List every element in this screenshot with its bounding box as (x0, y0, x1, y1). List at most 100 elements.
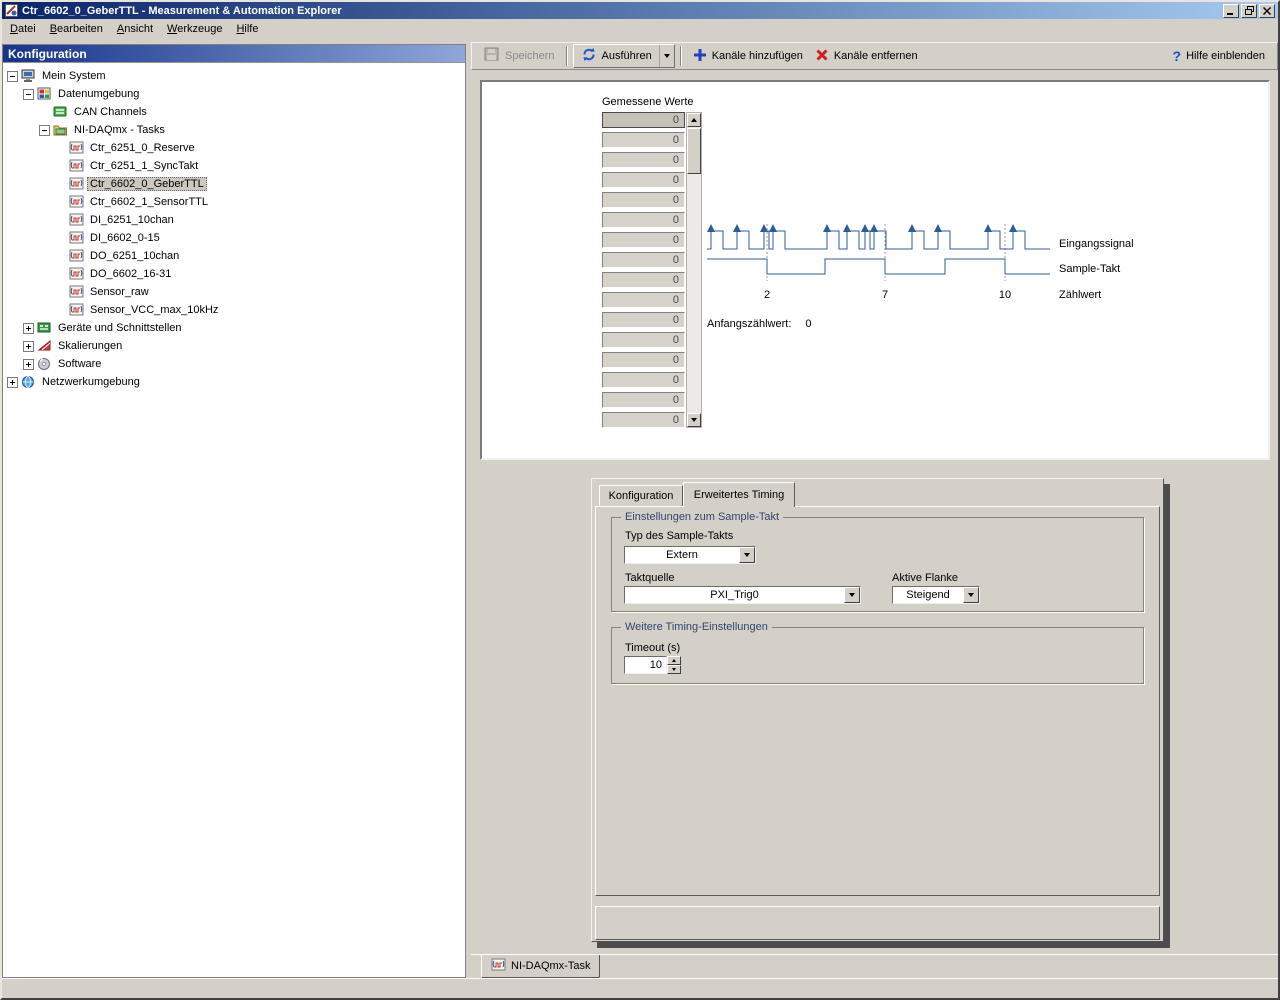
timeout-value[interactable]: 10 (624, 656, 667, 674)
remove-channels-button[interactable]: Kanäle entfernen (809, 44, 924, 68)
tree-item-task-sensor-raw[interactable]: Sensor_raw (3, 283, 465, 301)
tree-item-label: Geräte und Schnittstellen (58, 322, 182, 334)
tree-item-label: Netzwerkumgebung (42, 376, 140, 388)
tree-item-task-di-6251-10chan[interactable]: DI_6251_10chan (3, 211, 465, 229)
clock-source-label: Taktquelle (625, 572, 675, 584)
table-row[interactable]: 0 (602, 372, 685, 388)
cell-value: 0 (672, 354, 679, 366)
software-cd-icon (37, 357, 52, 371)
task-icon (69, 249, 84, 263)
tree-item-label: Ctr_6602_0_GeberTTL (87, 177, 207, 191)
spin-up-button[interactable] (667, 656, 681, 665)
tree-item-task-ctr-6251-0-reserve[interactable]: Ctr_6251_0_Reserve (3, 139, 465, 157)
table-row[interactable]: 0 (602, 232, 685, 248)
table-row[interactable]: 0 (602, 252, 685, 268)
title-bar[interactable]: Ctr_6602_0_GeberTTL - Measurement & Auto… (2, 2, 1278, 19)
tree-item-task-ctr-6251-1-synctakt[interactable]: Ctr_6251_1_SyncTakt (3, 157, 465, 175)
group-title: Weitere Timing-Einstellungen (621, 621, 772, 633)
tab-erweitertes-timing[interactable]: Erweitertes Timing (683, 482, 795, 507)
add-channels-button[interactable]: Kanäle hinzufügen (687, 44, 809, 68)
tree-item-software[interactable]: Software (3, 355, 465, 373)
clock-source-select[interactable]: PXI_Trig0 (624, 586, 861, 604)
configuration-tree: Mein System Datenumgebung CAN Channels N… (3, 63, 465, 391)
active-edge-select[interactable]: Steigend (892, 586, 980, 604)
tab-konfiguration[interactable]: Konfiguration (599, 485, 683, 506)
table-row[interactable]: 0 (602, 392, 685, 408)
sample-clock-type-select[interactable]: Extern (624, 546, 756, 564)
toolbar: Speichern Ausführen Kanäle hinzufügen Ka… (471, 42, 1278, 70)
spin-down-button[interactable] (667, 665, 681, 674)
selected-value: PXI_Trig0 (710, 589, 759, 601)
collapse-icon[interactable] (23, 88, 34, 100)
tree-item-task-do-6602-16-31[interactable]: DO_6602_16-31 (3, 265, 465, 283)
values-scrollbar[interactable] (686, 112, 702, 428)
scrollbar-thumb[interactable] (687, 128, 701, 174)
tab-nidaqmx-task[interactable]: NI-DAQmx-Task (481, 955, 601, 978)
rising-edge-arrow-icons (707, 224, 1017, 232)
table-row[interactable]: 0 (602, 292, 685, 308)
menu-item[interactable]: Ansicht (110, 20, 160, 38)
bottom-tab-label: NI-DAQmx-Task (511, 960, 591, 972)
save-button[interactable]: Speichern (478, 44, 561, 68)
tab-label: Erweitertes Timing (693, 489, 785, 501)
table-row[interactable]: 0 (602, 152, 685, 168)
restore-button[interactable] (1241, 3, 1257, 18)
menu-item[interactable]: Werkzeuge (160, 20, 229, 38)
tree-item-task-ctr-6602-0-geberttl[interactable]: Ctr_6602_0_GeberTTL (3, 175, 465, 193)
table-row[interactable]: 0 (602, 312, 685, 328)
show-help-button[interactable]: ? Hilfe einblenden (1167, 44, 1271, 68)
tree-item-task-sensor-vcc-max-10khz[interactable]: Sensor_VCC_max_10kHz (3, 301, 465, 319)
tree-item-netzwerkumgebung[interactable]: Netzwerkumgebung (3, 373, 465, 391)
tree-item-label: Ctr_6251_1_SyncTakt (90, 160, 199, 172)
table-row[interactable]: 0 (602, 212, 685, 228)
task-icon (69, 303, 84, 317)
task-icon (69, 267, 84, 281)
table-row[interactable]: 0 (602, 132, 685, 148)
table-row[interactable]: 0 (602, 332, 685, 348)
timeout-spinner[interactable]: 10 (624, 656, 681, 674)
remove-channels-label: Kanäle entfernen (833, 50, 918, 62)
table-row[interactable]: 0 (602, 192, 685, 208)
help-icon: ? (1172, 48, 1182, 64)
table-row[interactable]: 0 (602, 412, 685, 428)
tree-item-can-channels[interactable]: CAN Channels (3, 103, 465, 121)
tree-item-skalierungen[interactable]: Skalierungen (3, 337, 465, 355)
expand-icon[interactable] (7, 376, 18, 388)
run-dropdown-button[interactable] (658, 45, 674, 67)
tree-item-mein-system[interactable]: Mein System (3, 67, 465, 85)
close-button[interactable] (1259, 3, 1275, 18)
tree-item-label: Mein System (42, 70, 106, 82)
combo-dropdown-button[interactable] (844, 587, 860, 603)
scroll-down-button[interactable] (687, 413, 701, 427)
table-row[interactable]: 0 (602, 112, 685, 128)
tree-item-geraete-und-schnittstellen[interactable]: Geräte und Schnittstellen (3, 319, 465, 337)
tree-item-datenumgebung[interactable]: Datenumgebung (3, 85, 465, 103)
app-icon (5, 4, 18, 17)
cell-value: 0 (672, 314, 679, 326)
table-row[interactable]: 0 (602, 172, 685, 188)
run-button[interactable]: Ausführen (572, 44, 675, 68)
minimize-button[interactable] (1223, 3, 1239, 18)
menu-item[interactable]: Datei (3, 20, 43, 38)
cell-value: 0 (672, 414, 679, 426)
triangle-up-icon (672, 659, 676, 662)
tree-item-nidaqmx-tasks[interactable]: NI-DAQmx - Tasks (3, 121, 465, 139)
cell-value: 0 (672, 134, 679, 146)
menu-item[interactable]: Hilfe (229, 20, 265, 38)
table-row[interactable]: 0 (602, 352, 685, 368)
collapse-icon[interactable] (7, 70, 18, 82)
combo-dropdown-button[interactable] (739, 547, 755, 563)
measured-values-title: Gemessene Werte (602, 96, 694, 108)
tree-item-task-ctr-6602-1-sensorttl[interactable]: Ctr_6602_1_SensorTTL (3, 193, 465, 211)
add-channels-label: Kanäle hinzufügen (711, 50, 803, 62)
scroll-up-button[interactable] (687, 113, 701, 127)
expand-icon[interactable] (23, 358, 34, 370)
collapse-icon[interactable] (39, 124, 50, 136)
combo-dropdown-button[interactable] (963, 587, 979, 603)
expand-icon[interactable] (23, 322, 34, 334)
tree-item-task-di-6602-0-15[interactable]: DI_6602_0-15 (3, 229, 465, 247)
menu-item[interactable]: Bearbeiten (43, 20, 110, 38)
expand-icon[interactable] (23, 340, 34, 352)
table-row[interactable]: 0 (602, 272, 685, 288)
tree-item-task-do-6251-10chan[interactable]: DO_6251_10chan (3, 247, 465, 265)
